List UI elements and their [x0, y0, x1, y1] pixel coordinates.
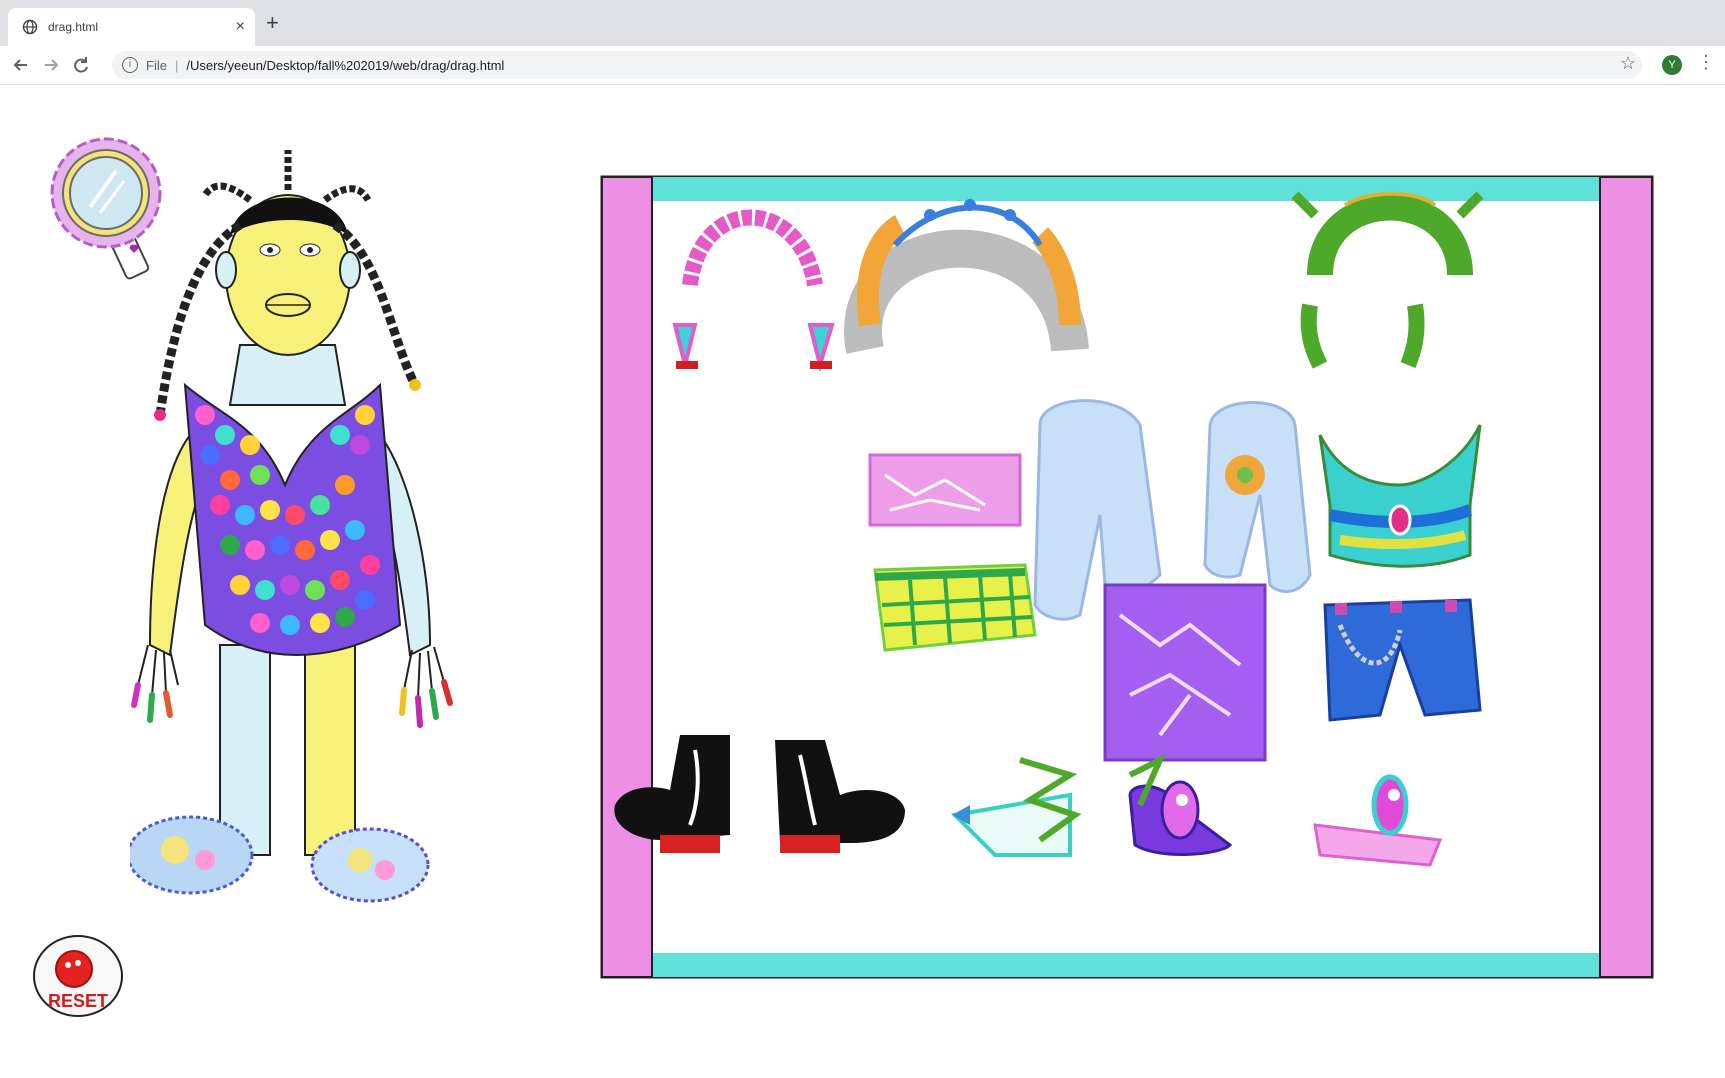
address-bar[interactable]: i File | /Users/yeeun/Desktop/fall%20201… — [112, 51, 1642, 79]
star-icon[interactable]: ☆ — [1620, 53, 1636, 74]
doll-figure — [130, 150, 453, 903]
reset-label: RESET — [48, 991, 108, 1011]
url-scheme-label: File — [146, 57, 167, 73]
reload-icon[interactable] — [70, 54, 92, 76]
browser-toolbar: i File | /Users/yeeun/Desktop/fall%20201… — [0, 46, 1725, 85]
tab-title: drag.html — [48, 20, 99, 34]
forward-icon[interactable] — [40, 54, 62, 76]
closet-panel — [600, 175, 1654, 979]
menu-icon[interactable]: ⋮ — [1697, 52, 1715, 73]
tab-close-icon[interactable]: × — [236, 18, 245, 36]
profile-avatar[interactable]: Y — [1662, 55, 1682, 75]
page-content: RESET — [0, 85, 1725, 1078]
browser-tabstrip: drag.html × + — [0, 0, 1725, 46]
info-icon[interactable]: i — [122, 57, 138, 73]
url-text[interactable]: /Users/yeeun/Desktop/fall%202019/web/dra… — [186, 58, 504, 73]
pink-skirt-item[interactable] — [868, 453, 1022, 527]
back-icon[interactable] — [10, 54, 32, 76]
new-tab-button[interactable]: + — [266, 12, 279, 34]
reset-button[interactable]: RESET — [32, 933, 124, 1019]
globe-icon — [22, 19, 38, 35]
url-separator: | — [174, 57, 179, 73]
plaid-skirt-item[interactable] — [873, 563, 1037, 652]
purple-dress-item[interactable] — [1103, 583, 1267, 762]
browser-tab[interactable]: drag.html × — [8, 8, 255, 46]
